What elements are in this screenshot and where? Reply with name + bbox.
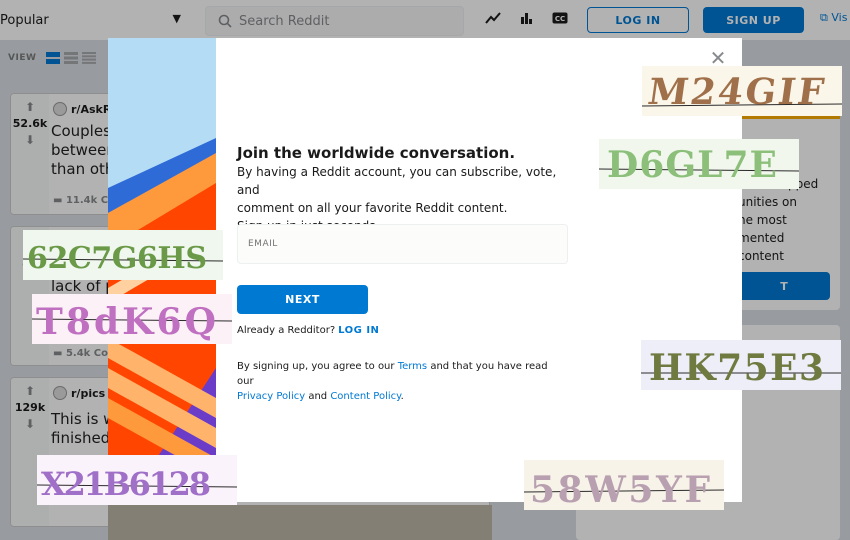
legal-suffix: .: [400, 391, 404, 402]
content-policy-link[interactable]: Content Policy: [330, 391, 400, 402]
already-redditor-row: Already a Redditor? LOG IN: [237, 325, 379, 336]
modal-description-line: comment on all your favorite Reddit cont…: [237, 201, 508, 215]
modal-login-link[interactable]: LOG IN: [338, 325, 379, 336]
terms-link[interactable]: Terms: [398, 361, 427, 372]
captcha-image: 62C7G6HS: [23, 230, 223, 280]
captcha-image: HK75E3: [641, 340, 841, 390]
captcha-text: M24GIF: [645, 70, 826, 113]
next-button[interactable]: NEXT: [237, 285, 368, 314]
email-field[interactable]: [237, 224, 568, 264]
captcha-text: X21B6128: [41, 465, 211, 503]
privacy-policy-link[interactable]: Privacy Policy: [237, 391, 305, 402]
legal-prefix: By signing up, you agree to our: [237, 361, 398, 372]
close-icon[interactable]: ✕: [709, 48, 727, 68]
legal-notice: By signing up, you agree to our Terms an…: [237, 359, 567, 404]
captcha-image: D6GL7E: [599, 139, 799, 189]
modal-description-line: By having a Reddit account, you can subs…: [237, 165, 557, 197]
captcha-text: D6GL7E: [607, 144, 777, 186]
captcha-image: X21B6128: [37, 455, 237, 505]
modal-heading: Join the worldwide conversation.: [237, 144, 516, 162]
captcha-text: 62C7G6HS: [27, 241, 207, 276]
captcha-image: M24GIF: [642, 66, 842, 116]
captcha-image: T8dK6Q: [32, 294, 232, 344]
already-text: Already a Redditor?: [237, 325, 336, 336]
legal-and: and: [305, 391, 331, 402]
captcha-image: 58W5YF: [524, 460, 724, 510]
